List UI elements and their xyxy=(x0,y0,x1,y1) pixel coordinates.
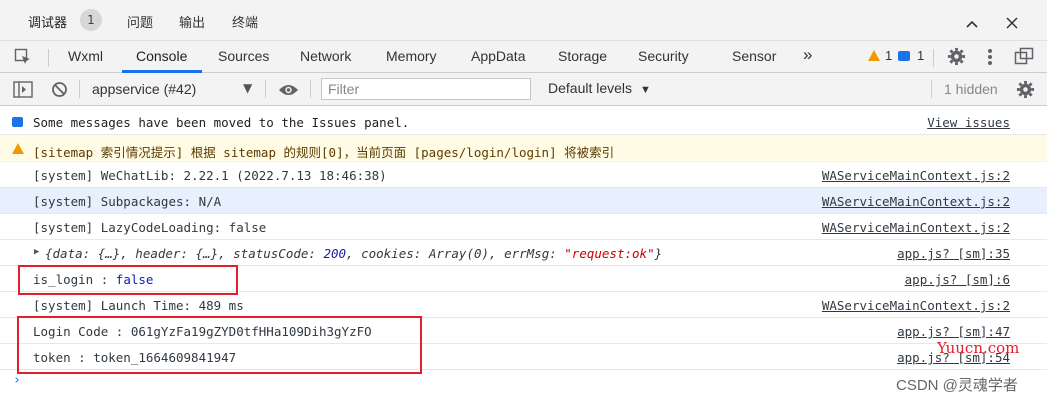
panel-tab-bar: Wxml Console Sources Network Memory AppD… xyxy=(0,41,1047,73)
message-icon xyxy=(12,117,23,127)
source-link[interactable]: app.js? [sm]:47 xyxy=(897,324,1010,339)
console-message: [system] WeChatLib: 2.22.1 (2022.7.13 18… xyxy=(0,162,1047,188)
filter-input[interactable]: Filter xyxy=(321,78,531,100)
message-text: [system] Subpackages: N/A xyxy=(33,194,222,209)
divider xyxy=(933,49,934,67)
console-warning: [sitemap 索引情况提示] 根据 sitemap 的规则[0]，当前页面 … xyxy=(0,135,1047,162)
object-preview[interactable]: {data: {…}, header: {…}, statusCode: 200… xyxy=(45,246,662,261)
warning-icon[interactable] xyxy=(868,50,880,61)
tab-memory[interactable]: Memory xyxy=(386,48,437,64)
console-message: [system] LazyCodeLoading: false WAServic… xyxy=(0,214,1047,240)
source-link[interactable]: WAServiceMainContext.js:2 xyxy=(822,194,1010,209)
divider xyxy=(48,49,49,67)
divider xyxy=(265,80,266,98)
message-text: [system] Launch Time: 489 ms xyxy=(33,298,244,313)
annotation-box-login-token xyxy=(17,316,422,374)
more-tabs-button[interactable]: » xyxy=(803,45,812,65)
object-text: , cookies: Array(0), errMsg: xyxy=(346,246,565,261)
tab-output[interactable]: 输出 xyxy=(179,12,205,31)
message-icon[interactable] xyxy=(898,51,910,61)
expand-triangle-icon[interactable]: ▶ xyxy=(34,247,39,257)
console-toolbar: appservice (#42) ▼ Filter Default levels… xyxy=(0,73,1047,106)
tab-storage[interactable]: Storage xyxy=(558,48,607,64)
console-message: Some messages have been moved to the Iss… xyxy=(0,109,1047,135)
log-levels-label: Default levels xyxy=(548,80,633,96)
divider xyxy=(310,80,311,98)
tab-appdata[interactable]: AppData xyxy=(471,48,525,64)
warning-icon xyxy=(12,143,24,154)
tab-wxml[interactable]: Wxml xyxy=(68,48,103,64)
chevron-down-icon[interactable]: ▼ xyxy=(243,81,252,95)
annotation-box-is-login xyxy=(18,265,238,295)
hidden-count: 1 hidden xyxy=(944,81,998,97)
source-link[interactable]: WAServiceMainContext.js:2 xyxy=(822,298,1010,313)
console-message: [system] Launch Time: 489 ms WAServiceMa… xyxy=(0,292,1047,318)
message-text: [system] LazyCodeLoading: false xyxy=(33,220,267,235)
close-icon[interactable] xyxy=(1006,14,1018,33)
sidebar-toggle-icon[interactable] xyxy=(13,81,33,102)
tab-debugger[interactable]: 调试器 xyxy=(28,12,67,31)
source-link[interactable]: app.js? [sm]:6 xyxy=(905,272,1010,287)
warning-count[interactable]: 1 xyxy=(885,48,892,63)
inspect-element-icon[interactable] xyxy=(14,48,32,70)
errmsg-value: "request:ok" xyxy=(564,246,655,261)
tab-console[interactable]: Console xyxy=(136,48,187,64)
console-settings-icon[interactable] xyxy=(1016,80,1035,103)
console-message[interactable]: ▶ {data: {…}, header: {…}, statusCode: 2… xyxy=(0,240,1047,266)
tab-terminal[interactable]: 终端 xyxy=(232,12,258,31)
tab-network[interactable]: Network xyxy=(300,48,351,64)
message-text: [sitemap 索引情况提示] 根据 sitemap 的规则[0]，当前页面 … xyxy=(33,145,615,160)
site-watermark: Yuucn.com xyxy=(937,339,1020,357)
tab-security[interactable]: Security xyxy=(638,48,689,64)
eye-icon[interactable] xyxy=(278,82,299,101)
more-options-icon[interactable] xyxy=(987,47,993,71)
csdn-watermark: CSDN @灵魂学者 xyxy=(896,377,1018,394)
console-message: [system] Subpackages: N/A WAServiceMainC… xyxy=(0,188,1047,214)
gear-icon[interactable] xyxy=(947,47,966,70)
object-text: } xyxy=(654,246,663,261)
object-text: {data: {…}, header: {…}, statusCode: xyxy=(45,246,324,261)
tab-sensor[interactable]: Sensor xyxy=(732,48,776,64)
chevron-down-icon: ▼ xyxy=(639,84,651,96)
view-issues-link[interactable]: View issues xyxy=(927,115,1010,130)
context-selector[interactable]: appservice (#42) xyxy=(92,81,196,97)
message-text: Some messages have been moved to the Iss… xyxy=(33,115,410,130)
issue-count-badge: 1 xyxy=(80,9,102,31)
clear-console-icon[interactable] xyxy=(51,81,68,102)
divider xyxy=(79,80,80,98)
source-link[interactable]: app.js? [sm]:35 xyxy=(897,246,1010,261)
console-prompt[interactable]: › xyxy=(13,373,21,388)
message-text: [system] WeChatLib: 2.22.1 (2022.7.13 18… xyxy=(33,168,387,183)
tab-problems[interactable]: 问题 xyxy=(127,12,153,31)
divider xyxy=(931,80,932,98)
log-levels-dropdown[interactable]: Default levels ▼ xyxy=(548,80,651,96)
source-link[interactable]: WAServiceMainContext.js:2 xyxy=(822,220,1010,235)
undock-icon[interactable] xyxy=(1014,47,1034,69)
top-tab-bar: 调试器 1 问题 输出 终端 xyxy=(0,0,1047,41)
tab-sources[interactable]: Sources xyxy=(218,48,269,64)
source-link[interactable]: WAServiceMainContext.js:2 xyxy=(822,168,1010,183)
chevron-up-icon[interactable] xyxy=(965,14,979,33)
status-code-value: 200 xyxy=(323,246,347,261)
message-count[interactable]: 1 xyxy=(917,48,924,63)
